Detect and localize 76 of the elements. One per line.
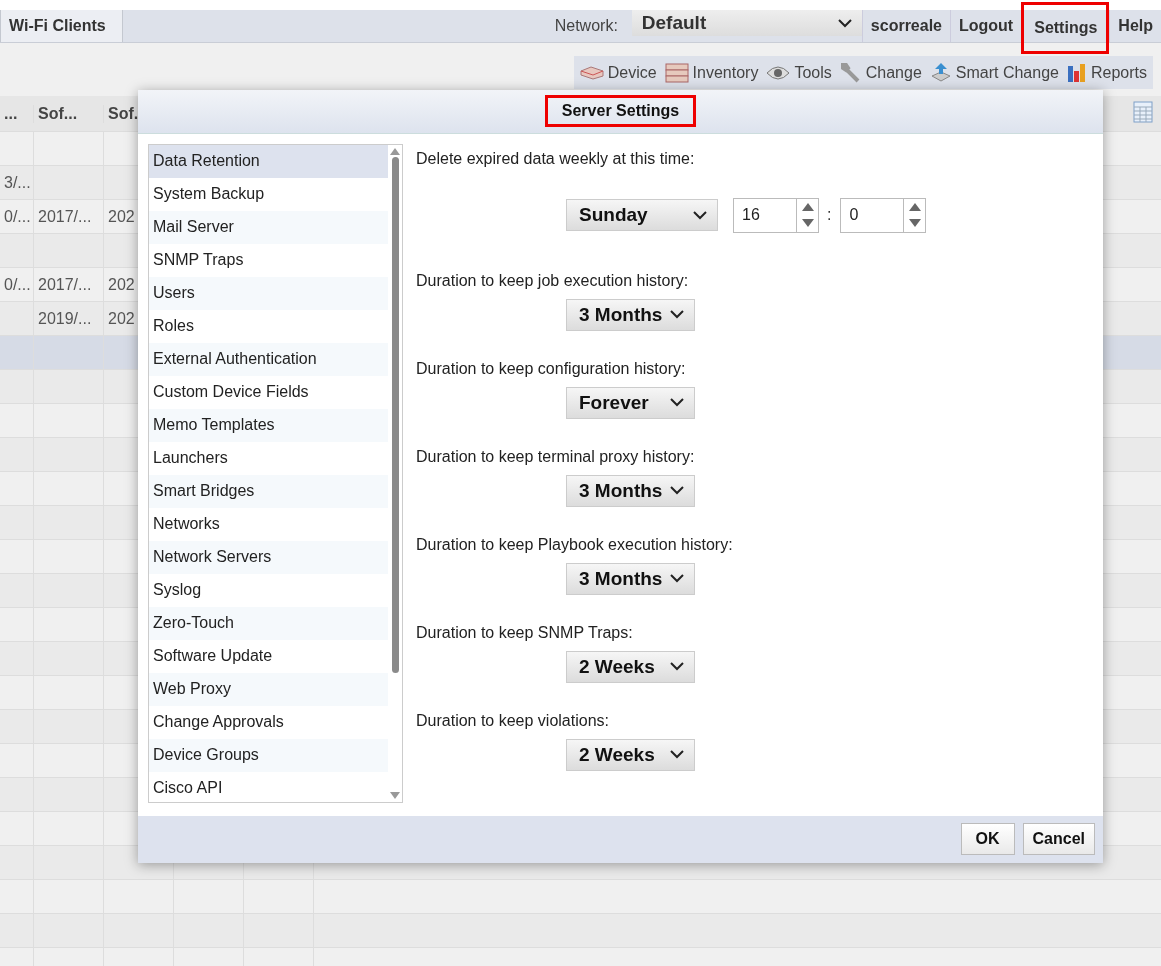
section-item[interactable]: Smart Bridges [149, 474, 388, 508]
nav-link[interactable]: Settings [1021, 2, 1110, 54]
section-item[interactable]: External Authentication [149, 342, 388, 376]
toolbar-button[interactable]: Tools [764, 63, 834, 82]
chevron-icon [837, 18, 852, 28]
duration-dropdown[interactable]: 3 Months [566, 562, 695, 595]
toolbar-button[interactable]: Device [577, 63, 659, 82]
duration-dropdown[interactable]: 2 Weeks [566, 650, 695, 683]
network-label: Network: [554, 16, 619, 36]
field-label: Duration to keep SNMP Traps: [416, 622, 634, 643]
section-item[interactable]: Data Retention [149, 144, 388, 178]
column-header[interactable]: Sof... [34, 104, 104, 123]
chevron-icon [670, 574, 684, 584]
scroll-down-icon[interactable] [390, 791, 400, 799]
stacked-boxes-icon [664, 61, 689, 84]
decrement-icon[interactable] [908, 219, 921, 228]
table-cell: 2019/... [38, 309, 92, 328]
chevron-icon [670, 398, 684, 408]
table-cell: 202 [108, 309, 135, 328]
increment-icon[interactable] [801, 202, 814, 211]
toolbar-button[interactable]: Inventory [662, 61, 761, 84]
duration-dropdown[interactable]: 3 Months [566, 298, 695, 331]
chevron-icon [693, 210, 707, 220]
section-item[interactable]: Device Groups [149, 738, 388, 772]
duration-dropdown[interactable]: Forever [566, 386, 695, 419]
field-label: Duration to keep terminal proxy history: [416, 446, 696, 467]
wrench-icon [839, 61, 862, 84]
hour-field[interactable]: 16 [733, 197, 797, 233]
table-cell: 202 [108, 275, 135, 294]
toolbar-button[interactable]: Smart Change [927, 61, 1061, 84]
duration-dropdown[interactable]: 3 Months [566, 474, 695, 507]
table-cell: 2017/... [38, 275, 92, 294]
field-label: Delete expired data weekly at this time: [416, 148, 696, 169]
table-cell: 202 [108, 207, 135, 226]
section-item[interactable]: Zero-Touch [149, 606, 388, 640]
chevron-icon [670, 662, 684, 672]
section-item[interactable]: Memo Templates [149, 408, 388, 442]
toolbar-button[interactable]: Change [837, 61, 924, 84]
table-cell: 0/... [4, 275, 31, 294]
increment-icon[interactable] [908, 202, 921, 211]
nav-link[interactable]: Help [1109, 10, 1161, 42]
upload-arrow-icon [929, 61, 952, 84]
spinner[interactable] [904, 197, 927, 233]
chevron-icon [670, 310, 684, 320]
field-label: Duration to keep violations: [416, 710, 610, 731]
time-separator: : [827, 206, 832, 225]
table-cell: 2017/... [38, 207, 92, 226]
chevron-icon [670, 486, 684, 496]
column-header[interactable]: ... [0, 104, 34, 123]
box-icon [579, 65, 604, 80]
section-item[interactable]: Network Servers [149, 540, 388, 574]
section-item[interactable]: Users [149, 276, 388, 310]
minute-field[interactable]: 0 [840, 197, 905, 233]
bar-chart-icon [1066, 61, 1087, 84]
dialog-title: Server Settings [547, 98, 694, 125]
field-label: Duration to keep configuration history: [416, 358, 687, 379]
chevron-icon [670, 750, 684, 760]
network-dropdown[interactable]: Default [631, 10, 862, 36]
decrement-icon[interactable] [801, 219, 814, 228]
table-cell: 3/... [4, 173, 31, 192]
dialog-button[interactable]: OK [960, 823, 1015, 856]
field-label: Duration to keep Playbook execution history: [416, 534, 734, 555]
section-item[interactable]: Web Proxy [149, 672, 388, 706]
field-label: Duration to keep job execution history: [416, 270, 690, 291]
nav-link[interactable]: Logout [950, 10, 1022, 42]
dialog-button[interactable]: Cancel [1022, 823, 1095, 856]
section-item[interactable]: Mail Server [149, 210, 388, 244]
nav-link[interactable]: scorreale [861, 10, 950, 42]
table-cell: 0/... [4, 207, 31, 226]
spinner[interactable] [797, 197, 819, 233]
day-dropdown[interactable]: Sunday [566, 199, 718, 232]
scrollbar-thumb[interactable] [391, 156, 399, 673]
duration-dropdown[interactable]: 2 Weeks [566, 738, 695, 771]
tab[interactable]: Wi-Fi Clients [0, 10, 123, 42]
eye-icon [766, 65, 791, 80]
toolbar-button[interactable]: Reports [1064, 61, 1149, 84]
